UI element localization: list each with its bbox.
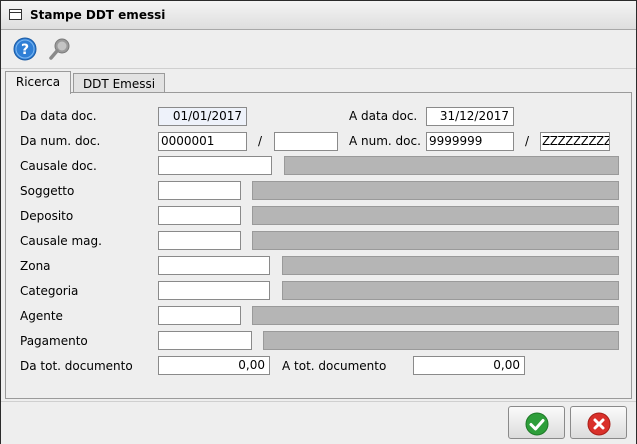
causale-doc-code-input[interactable] (158, 156, 272, 175)
label-a-num-doc: A num. doc. (349, 134, 421, 148)
cancel-button[interactable] (570, 406, 627, 439)
da-num-doc-series-input[interactable] (274, 132, 338, 151)
pagamento-description (263, 331, 619, 350)
a-num-doc-input[interactable]: 9999999 (426, 132, 514, 151)
footer-bar (1, 401, 636, 444)
tab-ddt-emessi[interactable]: DDT Emessi (73, 73, 165, 94)
label-deposito: Deposito (20, 209, 74, 223)
categoria-code-input[interactable] (158, 281, 270, 300)
a-num-doc-series-input[interactable]: ZZZZZZZZZZ (540, 132, 610, 151)
label-da-num-doc: Da num. doc. (20, 134, 101, 148)
label-a-tot-documento: A tot. documento (282, 359, 387, 373)
label-da-tot-documento: Da tot. documento (20, 359, 133, 373)
causale-doc-description (284, 156, 619, 175)
close-icon (587, 412, 611, 436)
pagamento-code-input[interactable] (158, 331, 252, 350)
separator-slash: / (258, 134, 263, 148)
separator-slash-2: / (525, 134, 530, 148)
search-icon[interactable] (48, 37, 72, 61)
dialog-window: Stampe DDT emessi ? Ricerca DDT Emessi D… (0, 0, 637, 444)
da-num-doc-input[interactable]: 0000001 (158, 132, 247, 151)
svg-text:?: ? (21, 42, 29, 58)
da-tot-documento-input[interactable]: 0,00 (158, 356, 270, 375)
search-panel: Da data doc. 01/01/2017 A data doc. 31/1… (5, 92, 632, 399)
confirm-button[interactable] (508, 406, 565, 439)
label-da-data-doc: Da data doc. (20, 109, 97, 123)
title-bar: Stampe DDT emessi (1, 1, 636, 30)
categoria-description (282, 281, 619, 300)
label-a-data-doc: A data doc. (349, 109, 418, 123)
label-agente: Agente (20, 309, 63, 323)
agente-description (252, 306, 619, 325)
check-icon (525, 412, 549, 436)
a-data-doc-input[interactable]: 31/12/2017 (426, 107, 514, 126)
a-tot-documento-input[interactable]: 0,00 (413, 356, 525, 375)
zona-description (282, 256, 619, 275)
da-data-doc-input[interactable]: 01/01/2017 (158, 107, 247, 126)
zona-code-input[interactable] (158, 256, 270, 275)
window-title: Stampe DDT emessi (30, 8, 166, 22)
deposito-description (252, 206, 619, 225)
soggetto-description (252, 181, 619, 200)
agente-code-input[interactable] (158, 306, 241, 325)
toolbar: ? (1, 30, 636, 69)
help-icon[interactable]: ? (13, 37, 37, 61)
label-causale-mag: Causale mag. (20, 234, 102, 248)
causale-mag-code-input[interactable] (158, 231, 241, 250)
label-zona: Zona (20, 259, 51, 273)
label-categoria: Categoria (20, 284, 79, 298)
soggetto-code-input[interactable] (158, 181, 241, 200)
tab-ricerca[interactable]: Ricerca (5, 71, 71, 94)
window-icon (9, 9, 22, 20)
label-pagamento: Pagamento (20, 334, 88, 348)
label-causale-doc: Causale doc. (20, 159, 97, 173)
causale-mag-description (252, 231, 619, 250)
label-soggetto: Soggetto (20, 184, 75, 198)
deposito-code-input[interactable] (158, 206, 241, 225)
